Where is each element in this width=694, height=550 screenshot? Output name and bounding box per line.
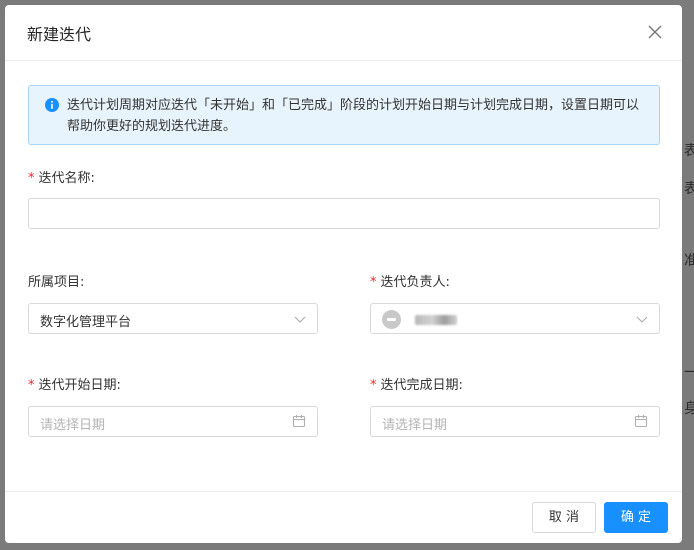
owner-select[interactable] [370, 303, 660, 334]
label-text: 迭代完成日期: [380, 378, 463, 393]
owner-name-redacted [415, 315, 457, 325]
label-text: 所属项目: [28, 275, 85, 290]
start-date-picker[interactable]: 请选择日期 [28, 406, 318, 437]
info-notice: 迭代计划周期对应迭代「未开始」和「已完成」阶段的计划开始日期与计划完成日期，设置… [28, 85, 660, 145]
label-text: 迭代负责人: [380, 275, 450, 290]
notice-text: 迭代计划周期对应迭代「未开始」和「已完成」阶段的计划开始日期与计划完成日期，设置… [67, 98, 640, 134]
start-date-placeholder: 请选择日期 [40, 418, 106, 433]
iteration-name-label: * 迭代名称: [28, 167, 95, 186]
chevron-down-icon [294, 316, 306, 323]
end-date-picker[interactable]: 请选择日期 [370, 406, 660, 437]
end-date-placeholder: 请选择日期 [382, 418, 448, 433]
background-fragment: 准 [684, 253, 694, 269]
new-iteration-dialog: 新建迭代 迭代计划周期对应迭代「未开始」和「已完成」阶段的计划开始日期与计划完成… [5, 5, 682, 543]
dialog-title: 新建迭代 [27, 25, 92, 44]
avatar [382, 310, 401, 329]
background-fragment: 身 [684, 401, 694, 417]
background-fragment: 表 [684, 181, 694, 197]
project-label: 所属项目: [28, 271, 84, 290]
label-text: 迭代名称: [38, 171, 95, 186]
confirm-button[interactable]: 确 定 [604, 502, 668, 533]
calendar-icon [634, 415, 648, 428]
owner-label: * 迭代负责人: [370, 271, 450, 290]
cancel-button[interactable]: 取 消 [532, 502, 596, 533]
required-mark: * [28, 171, 35, 186]
required-mark: * [28, 378, 35, 393]
dialog-header: 新建迭代 [5, 5, 682, 61]
required-mark: * [370, 275, 377, 290]
dialog-footer: 取 消 确 定 [5, 491, 682, 543]
project-select[interactable]: 数字化管理平台 [28, 303, 318, 334]
iteration-name-input[interactable] [28, 198, 660, 229]
background-fragment: 一 [684, 365, 694, 381]
background-fragment: 表 [684, 143, 694, 159]
end-date-label: * 迭代完成日期: [370, 374, 463, 393]
chevron-down-icon [636, 316, 648, 323]
start-date-label: * 迭代开始日期: [28, 374, 121, 393]
info-icon [45, 98, 59, 112]
label-text: 迭代开始日期: [38, 378, 121, 393]
close-icon[interactable] [646, 23, 664, 41]
calendar-icon [292, 415, 306, 428]
project-select-value: 数字化管理平台 [40, 315, 132, 330]
required-mark: * [370, 378, 377, 393]
